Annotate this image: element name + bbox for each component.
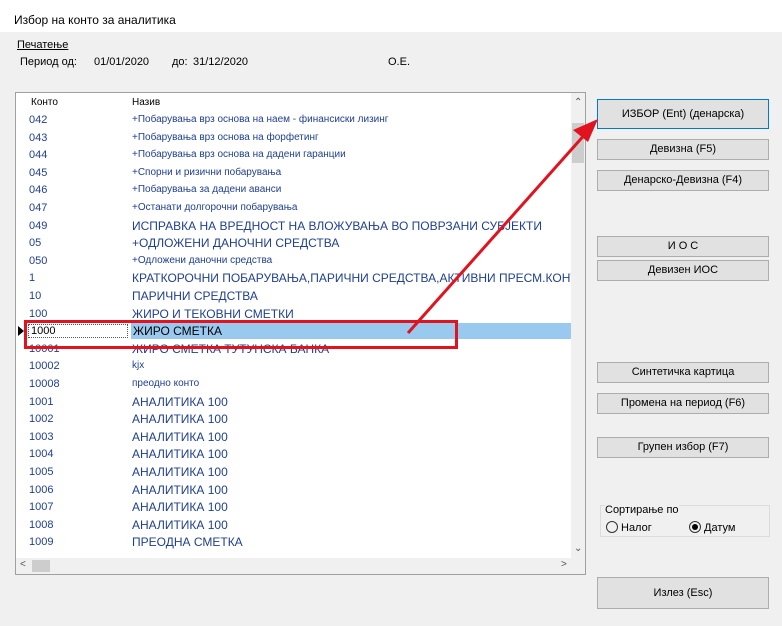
annotation-arrow-line bbox=[406, 131, 589, 334]
annotation-arrow-head bbox=[573, 119, 598, 142]
annotation-arrow bbox=[406, 119, 598, 334]
